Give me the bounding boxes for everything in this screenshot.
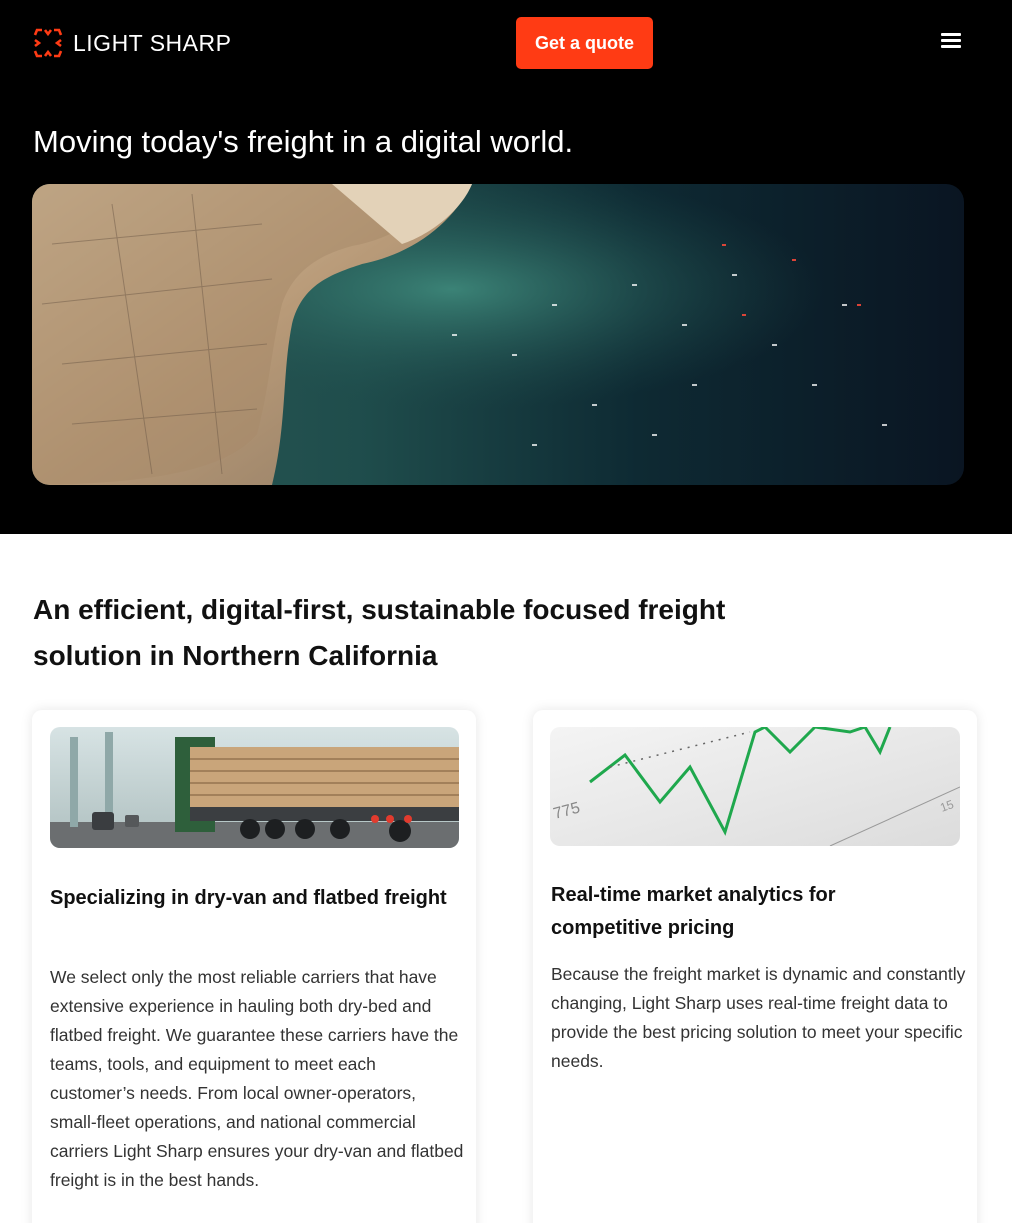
hamburger-icon[interactable] [938,30,964,54]
market-chart-image: 775 15 [550,727,960,846]
flatbed-truck-lumber-image [50,727,459,848]
logo-mark-icon [33,28,63,58]
hero-title: Moving today's freight in a digital worl… [33,124,574,159]
flatbed-truck-image [50,727,459,848]
card-title: Real-time market analytics for competiti… [551,884,836,939]
card-body: We select only the most reliable carrier… [50,967,464,1190]
brand-logo[interactable]: LIGHT SHARP [33,26,231,60]
intro-heading: An efficient, digital-first, sustainable… [33,594,726,671]
aerial-port-satellite-image [32,184,964,485]
feature-card-market-analytics: 775 15 Real-time market analytics for co… [533,710,977,1223]
card-title: Specializing in dry-van and flatbed frei… [50,887,447,909]
card-body: Because the freight market is dynamic an… [551,964,966,1071]
hero-aerial-image [32,184,964,485]
market-chart-image: 775 15 [550,727,960,846]
top-nav: LIGHT SHARP Get a quote [0,0,1012,85]
brand-name: LIGHT SHARP [73,29,232,56]
hero-section: LIGHT SHARP Get a quote Moving today's f… [0,0,1012,534]
get-a-quote-button[interactable]: Get a quote [516,17,653,69]
feature-card-dry-van: Specializing in dry-van and flatbed frei… [32,710,476,1223]
